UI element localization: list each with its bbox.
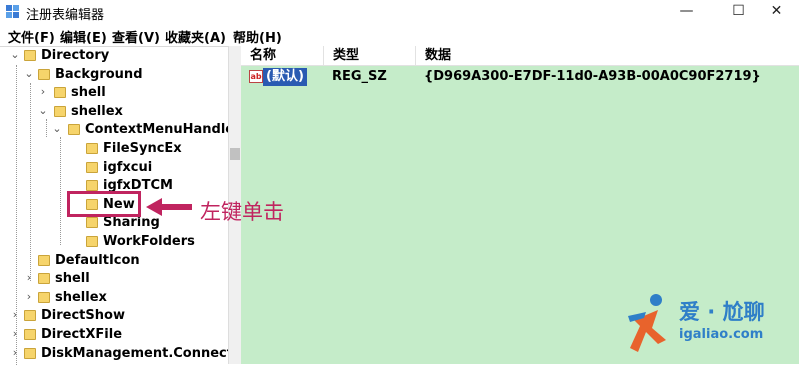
tree-node-label: Directory — [41, 48, 110, 63]
tree-node-label: FileSyncEx — [103, 141, 182, 156]
watermark: 爱 · 尬聊 igaliao.com — [626, 290, 796, 360]
tree-node[interactable]: WorkFolders — [0, 233, 228, 251]
folder-icon — [24, 50, 36, 61]
pointer-arrow-icon — [146, 198, 192, 216]
menu-view[interactable]: 查看(V) — [112, 27, 160, 46]
close-button[interactable]: ✕ — [754, 0, 799, 24]
expand-arrow-icon — [66, 142, 76, 154]
string-value-icon: ab — [249, 70, 263, 83]
tree-node-label: ContextMenuHandlers — [85, 122, 228, 138]
expand-arrow-icon — [66, 235, 76, 247]
collapse-arrow-icon[interactable]: ⌄ — [52, 123, 62, 135]
tree-node-label: DefaultIcon — [55, 252, 140, 268]
expand-arrow-icon — [66, 179, 76, 191]
menu-edit[interactable]: 编辑(E) — [60, 27, 107, 46]
column-header-name[interactable]: 名称 — [241, 46, 323, 66]
expand-arrow-icon — [24, 254, 34, 266]
tree-node[interactable]: › shellex — [0, 289, 228, 307]
folder-icon — [54, 105, 66, 117]
watermark-name: 爱 · 尬聊 — [679, 300, 765, 324]
folder-icon — [38, 254, 50, 266]
tree-node[interactable]: FileSyncEx — [0, 140, 228, 158]
tree-node[interactable]: › shell — [0, 270, 228, 288]
tree-node-label: shellex — [55, 289, 107, 305]
folder-icon — [68, 124, 80, 136]
highlight-box — [67, 191, 141, 217]
expand-arrow-icon[interactable]: › — [24, 272, 34, 284]
tree-node[interactable]: DefaultIcon — [0, 252, 228, 270]
folder-icon — [38, 273, 50, 285]
folder-icon — [24, 347, 36, 359]
tree-node-label: WorkFolders — [103, 234, 195, 249]
menu-favorites[interactable]: 收藏夹(A) — [165, 27, 226, 46]
tree-node[interactable]: igfxcui — [0, 159, 228, 177]
expand-arrow-icon[interactable]: › — [10, 328, 20, 340]
tree-node-label: shellex — [71, 103, 123, 119]
minimize-button[interactable]: — — [664, 0, 709, 24]
folder-icon — [24, 310, 36, 322]
expand-arrow-icon[interactable]: › — [24, 290, 34, 303]
watermark-site: igaliao.com — [679, 327, 764, 342]
collapse-arrow-icon[interactable]: ⌄ — [10, 49, 20, 61]
collapse-arrow-icon[interactable]: ⌄ — [38, 104, 48, 117]
folder-icon — [86, 236, 98, 247]
scrollbar-thumb[interactable] — [230, 148, 240, 160]
expand-arrow-icon[interactable]: › — [10, 309, 20, 321]
value-row[interactable]: ab (默认) REG_SZ {D969A300-E7DF-11d0-A93B-… — [241, 67, 799, 87]
title-bar: 注册表编辑器 — ☐ ✕ — [0, 0, 799, 25]
tree-node-label: DiskManagement.Connection — [41, 345, 228, 361]
tree-node[interactable]: › shell — [0, 84, 228, 102]
column-header-data[interactable]: 数据 — [415, 46, 799, 66]
annotation-text: 左键单击 — [200, 200, 284, 224]
expand-arrow-icon[interactable]: › — [38, 86, 48, 98]
tree-node-label: Background — [55, 66, 143, 82]
folder-icon — [24, 329, 36, 340]
folder-icon — [86, 143, 98, 154]
menu-file[interactable]: 文件(F) — [8, 27, 55, 46]
runner-logo-icon — [628, 294, 666, 352]
folder-icon — [38, 68, 50, 80]
folder-icon — [86, 217, 98, 229]
tree-node[interactable]: ⌄ shellex — [0, 103, 228, 121]
folder-icon — [86, 180, 98, 192]
tree-node-label: shell — [55, 271, 90, 287]
menu-bar: 文件(F) 编辑(E) 查看(V) 收藏夹(A) 帮助(H) — [0, 24, 799, 46]
value-type: REG_SZ — [332, 69, 387, 84]
tree-node[interactable]: ⌄ Directory — [0, 47, 228, 65]
folder-icon — [54, 87, 66, 99]
registry-editor-icon — [6, 5, 19, 18]
tree-node-label: shell — [71, 85, 106, 101]
menu-help[interactable]: 帮助(H) — [233, 27, 282, 46]
tree-node[interactable]: ⌄ ContextMenuHandlers — [0, 121, 228, 139]
tree-node-label: igfxcui — [103, 159, 153, 175]
collapse-arrow-icon[interactable]: ⌄ — [24, 67, 34, 80]
tree-node[interactable]: › DiskManagement.Connection — [0, 345, 228, 363]
column-header-type[interactable]: 类型 — [323, 46, 415, 66]
folder-icon — [86, 161, 98, 173]
expand-arrow-icon[interactable]: › — [10, 346, 20, 359]
tree-node[interactable]: › DirectShow — [0, 307, 228, 325]
tree-node[interactable]: › DirectXFile — [0, 326, 228, 344]
expand-arrow-icon — [66, 161, 76, 173]
tree-node-label: DirectXFile — [41, 327, 123, 342]
window-title: 注册表编辑器 — [26, 8, 105, 23]
value-name[interactable]: (默认) — [263, 68, 307, 86]
folder-icon — [38, 291, 50, 303]
tree-node-label: DirectShow — [41, 308, 125, 324]
expand-arrow-icon — [66, 216, 76, 228]
tree-node[interactable]: ⌄ Background — [0, 66, 228, 84]
value-data: {D969A300-E7DF-11d0-A93B-00A0C90F2719} — [424, 69, 761, 84]
